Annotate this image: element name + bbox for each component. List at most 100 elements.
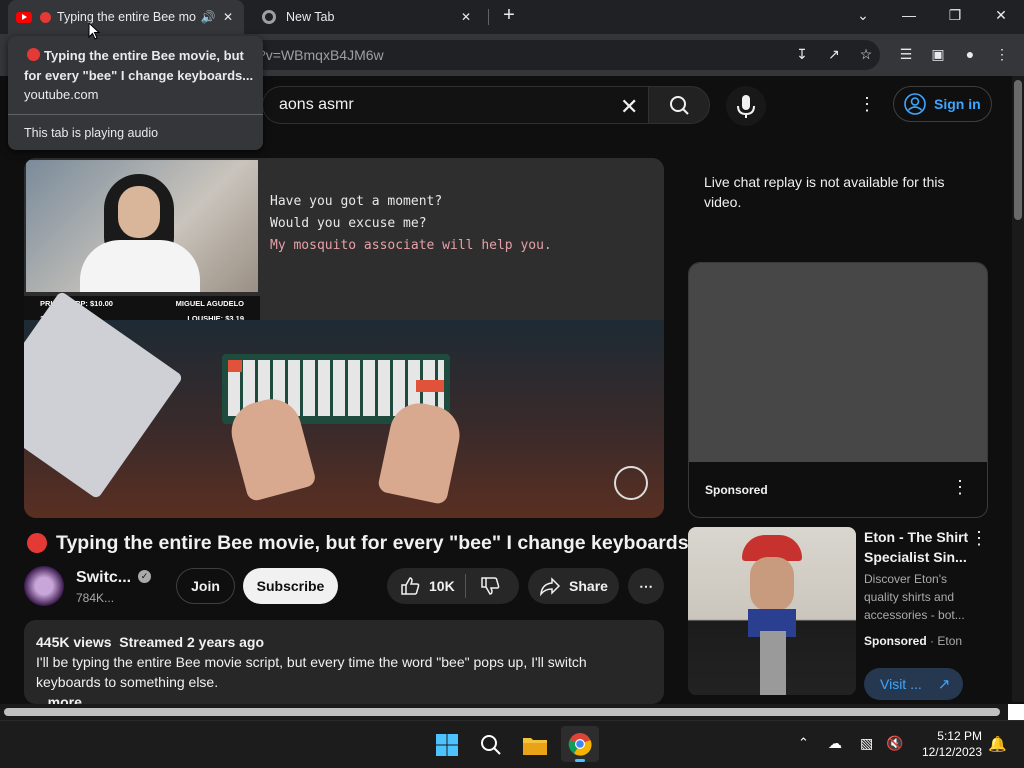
media-controls-icon[interactable]: ☰ bbox=[896, 44, 916, 64]
ad-description: Discover Eton's quality shirts and acces… bbox=[864, 572, 965, 622]
taskbar-search-icon[interactable] bbox=[475, 729, 507, 761]
windows-taskbar: ⌃ ☁ ▧ 🔇 🔔 bbox=[0, 720, 1024, 768]
join-label: Join bbox=[191, 578, 220, 594]
cloud-offline-icon[interactable]: ☁ bbox=[828, 735, 842, 752]
verified-check-icon: ✓ bbox=[138, 570, 151, 583]
divider bbox=[465, 574, 466, 598]
sponsored-label: Sponsored bbox=[705, 483, 768, 497]
ad-menu-icon[interactable]: ⋮ bbox=[970, 528, 988, 549]
subscriber-count: 784K... bbox=[76, 591, 115, 605]
close-window-button[interactable]: ✕ bbox=[978, 0, 1024, 30]
sponsored-ad-card[interactable]: Sponsored ⋮ bbox=[688, 262, 988, 518]
more-horizontal-icon: ⋯ bbox=[639, 577, 653, 594]
more-actions-button[interactable]: ⋯ bbox=[628, 568, 664, 604]
external-link-icon: ↗ bbox=[937, 676, 951, 693]
ad-title[interactable]: Eton - The Shirt Specialist Sin... bbox=[864, 527, 974, 567]
account-icon bbox=[904, 93, 926, 115]
channel-name[interactable]: Switc... bbox=[76, 569, 131, 587]
advertiser-name: Eton bbox=[937, 634, 963, 648]
view-count: 445K views bbox=[36, 634, 112, 650]
youtube-favicon-icon bbox=[16, 11, 32, 23]
tab-search-chevron-icon[interactable]: ⌄ bbox=[840, 0, 886, 30]
profile-icon[interactable]: ● bbox=[960, 44, 980, 64]
sponsored-label: Sponsored bbox=[864, 634, 927, 648]
webcam-feed bbox=[26, 160, 258, 292]
bookmark-star-icon[interactable]: ☆ bbox=[856, 44, 876, 64]
ad-thumbnail[interactable] bbox=[688, 527, 856, 695]
overlay-text-line: Have you got a moment? bbox=[270, 194, 443, 209]
share-page-icon[interactable]: ↗ bbox=[824, 44, 844, 64]
thumbs-up-icon[interactable] bbox=[399, 575, 421, 597]
description-meta: 445K views Streamed 2 years ago bbox=[36, 632, 652, 652]
volume-muted-icon[interactable]: 🔇 bbox=[886, 735, 903, 752]
search-icon bbox=[481, 735, 501, 755]
video-player[interactable]: PRISMCORP: $10.00 MIGUEL AGUDELO 193000 … bbox=[24, 158, 664, 518]
subscribe-label: Subscribe bbox=[256, 578, 325, 594]
clear-search-icon[interactable]: ✕ bbox=[620, 94, 638, 120]
close-tab-icon[interactable]: ✕ bbox=[220, 10, 236, 24]
tab-youtube-video[interactable]: Typing the entire Bee movie, but for eve… bbox=[8, 0, 244, 34]
recording-indicator-icon bbox=[40, 11, 51, 23]
tab-title: New Tab bbox=[286, 10, 335, 24]
video-top-scene: PRISMCORP: $10.00 MIGUEL AGUDELO 193000 … bbox=[24, 158, 664, 326]
restore-button[interactable]: ❐ bbox=[932, 0, 978, 30]
scrollbar-thumb[interactable] bbox=[1014, 80, 1022, 220]
search-input[interactable]: aons asmr bbox=[262, 86, 648, 124]
browser-menu-icon[interactable]: ⋮ bbox=[992, 44, 1012, 64]
taskbar-clock[interactable]: 5:12 PM 12/12/2023 bbox=[912, 728, 982, 760]
notification-bell-icon[interactable]: 🔔 bbox=[988, 735, 1007, 753]
active-app-indicator bbox=[575, 759, 585, 762]
ad-sponsor-line: Sponsored · Eton bbox=[864, 634, 963, 648]
chrome-taskbar-icon[interactable] bbox=[561, 726, 599, 762]
live-chat-message: Live chat replay is not available for th… bbox=[704, 174, 945, 210]
description-text: I'll be typing the entire Bee movie scri… bbox=[36, 654, 587, 690]
thumbs-down-icon[interactable] bbox=[479, 575, 501, 597]
ad-menu-icon[interactable]: ⋮ bbox=[951, 477, 969, 498]
share-arrow-icon bbox=[540, 577, 561, 596]
divider bbox=[8, 114, 263, 115]
speaker-icon[interactable]: 🔊 bbox=[200, 10, 216, 24]
channel-avatar[interactable] bbox=[24, 566, 64, 606]
settings-menu-icon[interactable]: ⋮ bbox=[858, 94, 876, 115]
hover-card-title: Typing the entire Bee movie, but for eve… bbox=[24, 48, 254, 83]
new-tab-button[interactable]: + bbox=[486, 0, 532, 30]
file-explorer-icon[interactable] bbox=[519, 729, 551, 761]
url-text: ?v=WBmqxB4JM6w bbox=[258, 47, 384, 63]
windows-logo-icon bbox=[436, 734, 458, 756]
clock-date: 12/12/2023 bbox=[921, 745, 982, 759]
show-more-link[interactable]: ...more bbox=[36, 692, 652, 704]
network-icon[interactable]: ▧ bbox=[860, 735, 873, 752]
tray-chevron-icon[interactable]: ⌃ bbox=[798, 735, 809, 751]
description-box[interactable]: 445K views Streamed 2 years ago I'll be … bbox=[24, 620, 664, 704]
browser-tab-strip: Typing the entire Bee movie, but for eve… bbox=[0, 0, 1024, 34]
search-button[interactable] bbox=[648, 86, 710, 124]
chrome-logo-icon bbox=[568, 733, 592, 756]
side-keyboard bbox=[24, 290, 184, 500]
side-panel-icon[interactable]: ▣ bbox=[928, 44, 948, 64]
windows-start-icon[interactable] bbox=[431, 729, 463, 761]
video-keyboard-scene bbox=[24, 290, 664, 518]
visit-advertiser-button[interactable]: Visit ... ↗ bbox=[864, 668, 963, 700]
scrollbar-thumb[interactable] bbox=[4, 708, 1000, 716]
close-tab-icon[interactable]: ✕ bbox=[458, 10, 474, 24]
subscribe-button[interactable]: Subscribe bbox=[243, 568, 338, 604]
visit-label: Visit ... bbox=[880, 676, 922, 692]
microphone-icon bbox=[737, 95, 755, 118]
share-button[interactable]: Share bbox=[528, 568, 619, 604]
tab-hover-card: Typing the entire Bee movie, but for eve… bbox=[8, 36, 263, 150]
sign-in-button[interactable]: Sign in bbox=[893, 86, 992, 122]
tab-new-tab[interactable]: New Tab ✕ bbox=[252, 0, 482, 34]
horizontal-scrollbar[interactable] bbox=[0, 704, 1008, 720]
donation-text: MIGUEL AGUDELO bbox=[175, 299, 244, 308]
voice-search-button[interactable] bbox=[726, 86, 766, 126]
join-button[interactable]: Join bbox=[176, 568, 235, 604]
stream-date: Streamed 2 years ago bbox=[119, 634, 265, 650]
ad-media-placeholder[interactable] bbox=[689, 263, 987, 462]
install-app-icon[interactable]: ↧ bbox=[792, 44, 812, 64]
like-dislike-bar: 10K bbox=[387, 568, 519, 604]
like-count[interactable]: 10K bbox=[429, 578, 455, 594]
minimize-button[interactable]: — bbox=[886, 0, 932, 30]
vertical-scrollbar[interactable] bbox=[1012, 76, 1024, 702]
tab-title: Typing the entire Bee movie, but for eve… bbox=[57, 10, 196, 24]
overlay-text-line: My mosquito associate will help you. bbox=[270, 238, 552, 253]
